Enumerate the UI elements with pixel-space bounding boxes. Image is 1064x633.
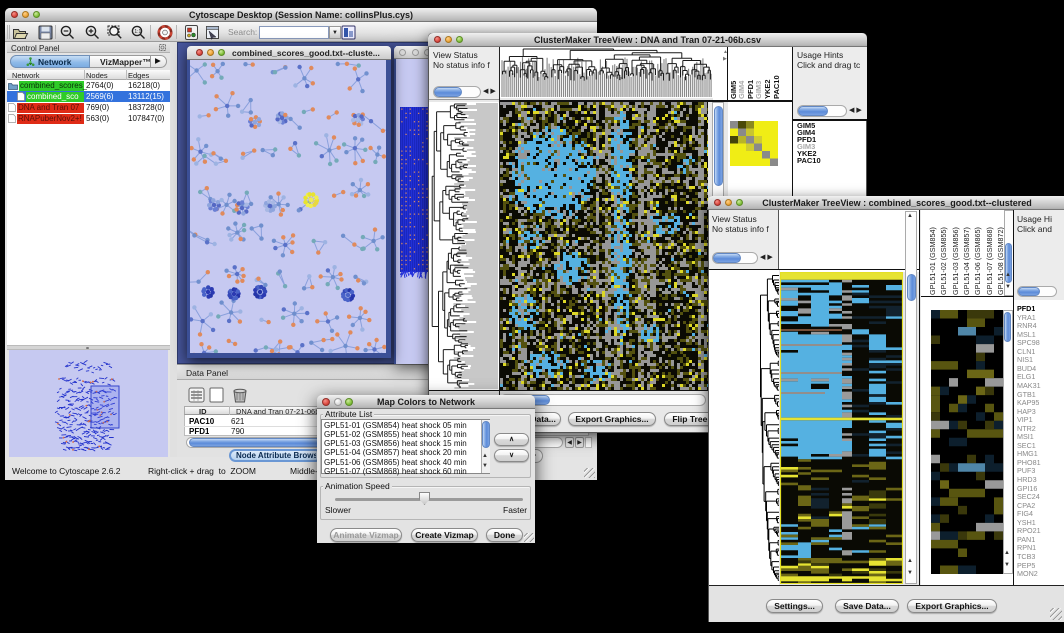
svg-text:1:1: 1:1 [134, 29, 141, 35]
